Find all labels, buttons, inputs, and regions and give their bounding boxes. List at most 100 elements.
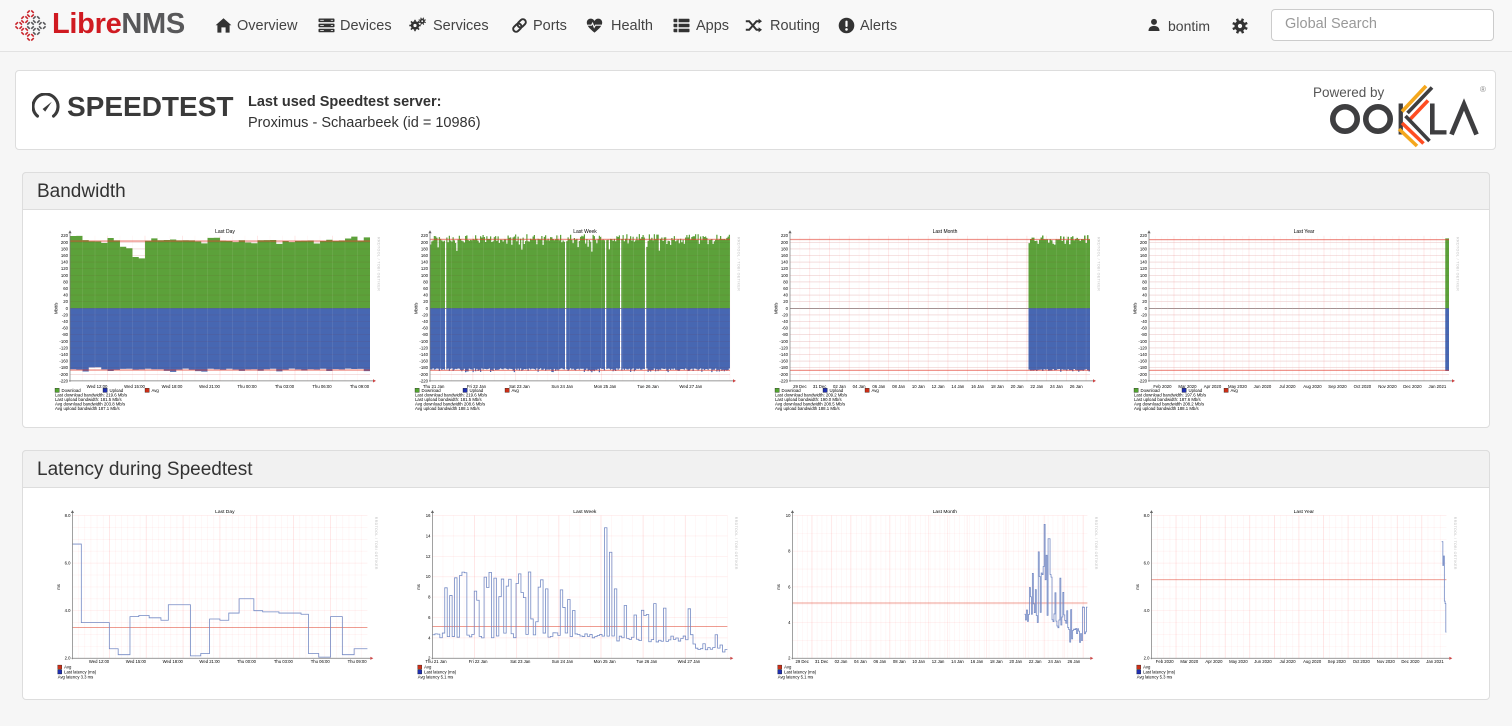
svg-text:Aug 2020: Aug 2020 (1303, 659, 1322, 664)
svg-text:-220: -220 (59, 378, 68, 383)
svg-text:Last Week: Last Week (573, 229, 597, 235)
svg-text:04 Jan: 04 Jan (854, 659, 867, 664)
svg-text:®: ® (1480, 85, 1486, 94)
svg-text:Nov 2020: Nov 2020 (1378, 384, 1397, 389)
svg-text:Thu 06:00: Thu 06:00 (311, 659, 331, 664)
svg-text:Avg upload bandwidth 187.1 Mb/: Avg upload bandwidth 187.1 Mb/s (55, 406, 120, 411)
svg-text:Last Day: Last Day (215, 229, 235, 235)
svg-text:10: 10 (426, 574, 431, 579)
svg-text:Wed 27 Jan: Wed 27 Jan (678, 659, 701, 664)
svg-text:06 Jan: 06 Jan (873, 659, 886, 664)
svg-text:Avg: Avg (64, 665, 72, 670)
svg-text:8.0: 8.0 (1144, 513, 1151, 518)
svg-text:Avg: Avg (152, 388, 160, 393)
svg-text:40: 40 (63, 293, 68, 298)
svg-text:Jul 2020: Jul 2020 (1280, 659, 1297, 664)
svg-text:-120: -120 (59, 345, 68, 350)
svg-text:Fri 22 Jan: Fri 22 Jan (469, 659, 488, 664)
svg-text:40: 40 (423, 293, 428, 298)
svg-text:RRDTOOL / TOBI OETIKER: RRDTOOL / TOBI OETIKER (734, 517, 738, 570)
svg-text:16: 16 (426, 513, 431, 518)
svg-text:Last Year: Last Year (1294, 229, 1315, 235)
svg-text:200: 200 (421, 240, 429, 245)
svg-text:29 Dec: 29 Dec (796, 659, 809, 664)
svg-text:Apr 2020: Apr 2020 (1205, 659, 1223, 664)
svg-text:80: 80 (423, 279, 428, 284)
svg-text:22 Jan: 22 Jan (1030, 384, 1044, 389)
svg-text:6.0: 6.0 (65, 561, 72, 566)
svg-text:-100: -100 (1138, 339, 1147, 344)
svg-text:60: 60 (423, 286, 428, 291)
svg-text:80: 80 (1142, 279, 1147, 284)
svg-text:Avg: Avg (512, 388, 520, 393)
svg-text:Mbit/s: Mbit/s (414, 303, 419, 314)
svg-text:-140: -140 (59, 352, 68, 357)
svg-text:-180: -180 (59, 365, 68, 370)
svg-text:Last Day: Last Day (215, 509, 235, 515)
svg-text:Thu 09:00: Thu 09:00 (348, 659, 368, 664)
svg-text:Avg latency 5.3 ms: Avg latency 5.3 ms (1137, 675, 1173, 680)
svg-text:RRDTOOL / TOBI OETIKER: RRDTOOL / TOBI OETIKER (1453, 517, 1457, 570)
svg-text:20: 20 (423, 299, 428, 304)
svg-text:-20: -20 (782, 312, 789, 317)
svg-text:ms: ms (56, 584, 61, 590)
svg-text:RRDTOOL / TOBI OETIKER: RRDTOOL / TOBI OETIKER (1456, 237, 1460, 291)
svg-text:Tue 26 Jan: Tue 26 Jan (636, 659, 658, 664)
svg-text:08 Jan: 08 Jan (893, 659, 906, 664)
svg-text:ms: ms (776, 584, 781, 590)
svg-text:120: 120 (1140, 266, 1148, 271)
svg-text:Mar 2020: Mar 2020 (1180, 659, 1198, 664)
svg-text:4.0: 4.0 (1144, 608, 1151, 613)
svg-text:80: 80 (63, 279, 68, 284)
svg-text:Feb 2020: Feb 2020 (1156, 659, 1174, 664)
svg-text:160: 160 (61, 253, 69, 258)
svg-text:-180: -180 (419, 365, 428, 370)
svg-text:Last Week: Last Week (573, 509, 597, 515)
svg-text:RRDTOOL / TOBI OETIKER: RRDTOOL / TOBI OETIKER (1094, 517, 1098, 570)
svg-text:Avg upload bandwidth 188.1 Mb/: Avg upload bandwidth 188.1 Mb/s (415, 406, 480, 411)
svg-text:Wed 27 Jan: Wed 27 Jan (679, 384, 702, 389)
svg-text:12: 12 (426, 554, 431, 559)
svg-text:Mbit/s: Mbit/s (1133, 303, 1138, 314)
svg-text:20 Jan: 20 Jan (1011, 384, 1025, 389)
svg-text:140: 140 (61, 260, 69, 265)
svg-text:120: 120 (421, 266, 429, 271)
svg-text:20: 20 (63, 299, 68, 304)
svg-text:Sep 2020: Sep 2020 (1328, 384, 1347, 389)
svg-text:-80: -80 (62, 332, 69, 337)
svg-text:100: 100 (421, 273, 429, 278)
svg-text:Oct 2020: Oct 2020 (1353, 659, 1371, 664)
svg-text:-40: -40 (782, 319, 789, 324)
svg-text:Wed 18:00: Wed 18:00 (163, 659, 184, 664)
svg-text:Avg latency 3.3 ms: Avg latency 3.3 ms (58, 675, 94, 680)
svg-text:Thu 06:00: Thu 06:00 (312, 384, 332, 389)
svg-text:31 Dec: 31 Dec (815, 659, 828, 664)
svg-text:Last latency (ms): Last latency (ms) (1143, 670, 1176, 675)
svg-text:-220: -220 (1138, 378, 1147, 383)
svg-text:8.0: 8.0 (65, 513, 72, 518)
svg-text:180: 180 (61, 246, 69, 251)
svg-text:-220: -220 (779, 378, 788, 383)
svg-text:-100: -100 (779, 339, 788, 344)
svg-text:Jan 2021: Jan 2021 (1426, 659, 1444, 664)
svg-text:220: 220 (421, 233, 429, 238)
svg-text:Avg: Avg (424, 665, 432, 670)
svg-text:-120: -120 (419, 345, 428, 350)
svg-text:10: 10 (786, 513, 791, 518)
svg-text:160: 160 (421, 253, 429, 258)
svg-text:-120: -120 (779, 345, 788, 350)
svg-text:160: 160 (1140, 253, 1148, 258)
svg-text:100: 100 (61, 273, 69, 278)
svg-text:Oct 2020: Oct 2020 (1354, 384, 1372, 389)
svg-text:Wed 15:00: Wed 15:00 (124, 384, 145, 389)
svg-text:-20: -20 (1141, 312, 1148, 317)
svg-text:-200: -200 (59, 372, 68, 377)
svg-text:Wed 21:00: Wed 21:00 (199, 659, 220, 664)
svg-text:100: 100 (781, 273, 789, 278)
svg-text:RRDTOOL / TOBI OETIKER: RRDTOOL / TOBI OETIKER (377, 237, 381, 291)
svg-text:60: 60 (63, 286, 68, 291)
svg-text:24 Jan: 24 Jan (1050, 384, 1064, 389)
svg-text:RRDTOOL / TOBI OETIKER: RRDTOOL / TOBI OETIKER (737, 237, 741, 291)
svg-text:Aug 2020: Aug 2020 (1303, 384, 1322, 389)
svg-text:Sat 23 Jan: Sat 23 Jan (510, 659, 531, 664)
